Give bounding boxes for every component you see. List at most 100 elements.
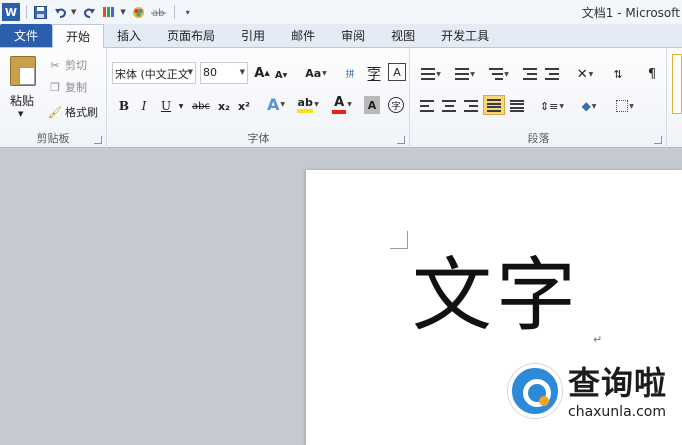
color-dropdown-icon[interactable]: ▼ (120, 8, 125, 16)
format-painter-icon[interactable] (100, 3, 118, 21)
watermark-url: chaxunla.com (568, 404, 666, 420)
paragraph-group-label: 段落 (527, 132, 550, 145)
char-border-button[interactable]: A (388, 63, 406, 81)
decrease-indent-icon (523, 68, 537, 80)
distributed-icon (510, 99, 524, 113)
strikethrough-icon[interactable]: ab (150, 3, 168, 21)
bullets-button[interactable]: ▼ (417, 64, 445, 84)
clipboard-launcher-icon[interactable] (94, 136, 102, 144)
increase-indent-button[interactable] (543, 64, 561, 84)
document-area: 文字 ↵ 查询啦 chaxunla.com (0, 149, 682, 445)
ribbon-tabs: 文件 开始 插入 页面布局 引用 邮件 审阅 视图 开发工具 (0, 24, 682, 48)
ribbon: 粘贴 ▼ ✂ 剪切 ❐ 复制 🖌 格式刷 剪贴板 宋体 (中文正文 ▼ 80 ▼… (0, 48, 682, 148)
subscript-button[interactable]: x₂ (216, 96, 232, 116)
document-text[interactable]: 文字 (412, 256, 580, 336)
margin-corner-mark (390, 231, 408, 249)
save-icon[interactable] (31, 3, 49, 21)
text-effects-button[interactable]: A ▼ (264, 94, 288, 114)
paste-button[interactable]: 粘贴 (10, 92, 34, 109)
numbered-list-icon (455, 68, 470, 80)
brush-icon: 🖌 (48, 105, 62, 119)
copy-label: 复制 (65, 81, 87, 94)
line-spacing-button[interactable]: ⇕≡ ▼ (539, 96, 565, 116)
paragraph-group: ▼ ▼ ▼ ✕ ▼ ⇅ ¶ ⇕≡ ▼ ◆ ▼ ▼ 段落 (411, 48, 667, 148)
scissors-icon: ✂ (50, 58, 60, 72)
tab-file[interactable]: 文件 (0, 24, 52, 47)
change-case-button[interactable]: Aa ▼ (302, 63, 330, 83)
font-color-icon: A (332, 95, 347, 114)
color-icon[interactable] (130, 3, 148, 21)
shrink-font-button[interactable]: A ▼ (274, 65, 288, 85)
superscript-button[interactable]: x² (236, 96, 252, 116)
grow-font-button[interactable]: A ▲ (254, 63, 270, 83)
word-icon[interactable]: W (2, 3, 20, 21)
tab-page-layout[interactable]: 页面布局 (154, 24, 228, 47)
tab-mailings[interactable]: 邮件 (278, 24, 328, 47)
format-painter-label: 格式刷 (65, 106, 98, 119)
bullet-list-icon (421, 68, 436, 80)
paste-icon[interactable] (10, 56, 36, 86)
clipboard-group: 粘贴 ▼ ✂ 剪切 ❐ 复制 🖌 格式刷 剪贴板 (0, 48, 107, 148)
enclose-char-button[interactable]: 字 (364, 63, 384, 83)
highlighter-icon: ab (297, 96, 314, 113)
window-title: 文档1 - Microsoft (581, 6, 680, 20)
multilevel-list-button[interactable]: ▼ (485, 64, 513, 84)
border-icon (616, 100, 629, 112)
chinese-layout-button[interactable]: ✕ ▼ (571, 64, 599, 84)
phonetic-guide-icon: 拼 (345, 69, 355, 80)
italic-button[interactable]: I (136, 96, 152, 116)
customize-icon[interactable]: ▾ (179, 3, 197, 21)
show-marks-button[interactable]: ¶ (643, 64, 661, 84)
underline-button[interactable]: U (158, 96, 174, 116)
style-gallery-item[interactable] (672, 54, 682, 114)
decrease-indent-button[interactable] (521, 64, 539, 84)
redo-icon[interactable] (80, 3, 98, 21)
tab-developer[interactable]: 开发工具 (428, 24, 502, 47)
borders-button[interactable]: ▼ (611, 96, 639, 116)
strikethrough-button[interactable]: abc (190, 96, 212, 116)
quick-access-toolbar: W ▼ ▼ ab ▾ (0, 0, 199, 24)
cut-button[interactable]: ✂ 剪切 (48, 56, 87, 74)
styles-group (668, 48, 682, 148)
copy-button[interactable]: ❐ 复制 (48, 78, 87, 96)
tab-insert[interactable]: 插入 (104, 24, 154, 47)
align-center-icon (442, 100, 456, 112)
change-case-icon: Aa (305, 66, 322, 80)
font-name-select[interactable]: 宋体 (中文正文 ▼ (112, 62, 196, 84)
font-size-select[interactable]: 80 ▼ (200, 62, 248, 84)
align-center-button[interactable] (439, 96, 459, 116)
tab-home[interactable]: 开始 (52, 24, 105, 48)
highlight-button[interactable]: ab ▼ (294, 94, 322, 114)
enclosed-char-button[interactable]: 字 (386, 95, 406, 115)
line-spacing-icon: ⇕≡ (539, 99, 559, 113)
tab-view[interactable]: 视图 (378, 24, 428, 47)
font-group-label: 字体 (247, 132, 270, 145)
tab-references[interactable]: 引用 (228, 24, 278, 47)
undo-icon[interactable] (51, 3, 69, 21)
bold-button[interactable]: B (116, 96, 132, 116)
char-shading-button[interactable]: A (364, 96, 380, 114)
align-right-button[interactable] (461, 96, 481, 116)
paint-bucket-icon: ◆ (581, 99, 591, 113)
tab-review[interactable]: 审阅 (328, 24, 378, 47)
format-painter-button[interactable]: 🖌 格式刷 (48, 103, 98, 121)
distributed-button[interactable] (507, 96, 527, 116)
paragraph-mark-icon: ¶ (647, 66, 657, 82)
align-left-button[interactable] (417, 96, 437, 116)
paragraph-launcher-icon[interactable] (654, 136, 662, 144)
undo-dropdown-icon[interactable]: ▼ (71, 8, 76, 16)
watermark-title: 查询啦 (568, 364, 668, 402)
sort-button[interactable]: ⇅ (609, 64, 627, 84)
paste-dropdown-icon[interactable]: ▼ (18, 110, 23, 118)
chevron-down-icon: ▼ (187, 68, 193, 76)
font-launcher-icon[interactable] (397, 136, 405, 144)
font-color-button[interactable]: A ▼ (330, 94, 354, 114)
underline-dropdown-icon[interactable]: ▼ (176, 96, 186, 116)
multilevel-list-icon (489, 68, 504, 80)
justify-button[interactable] (483, 95, 505, 115)
char-border-icon: A (393, 65, 401, 79)
numbering-button[interactable]: ▼ (451, 64, 479, 84)
shading-button[interactable]: ◆ ▼ (575, 96, 603, 116)
phonetic-guide-button[interactable]: 拼 (340, 63, 360, 83)
increase-indent-icon (545, 68, 559, 80)
